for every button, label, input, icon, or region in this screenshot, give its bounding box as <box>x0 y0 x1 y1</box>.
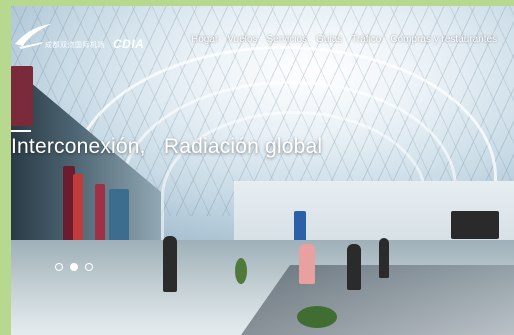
hero-headline: Interconexión, Radiación global <box>11 135 322 159</box>
carousel-dot-3[interactable] <box>85 263 93 271</box>
ad-panel <box>11 66 33 126</box>
nav-item-services[interactable]: Servicios <box>266 34 307 45</box>
potted-plant <box>235 258 247 284</box>
traveler <box>347 244 361 290</box>
nav-item-shopping-dining[interactable]: Compras y restaurantes <box>390 34 497 45</box>
logo-abbreviation: CDIA <box>113 37 145 51</box>
traveler <box>379 238 389 278</box>
moving-walkway <box>241 265 514 335</box>
carousel-indicators <box>55 263 93 271</box>
ad-panel <box>451 211 499 239</box>
nav-item-traffic[interactable]: Tráfico <box>351 34 381 45</box>
site-header: 成都双流国际机场 CDIA Hogar Vuelos Servicios Gui… <box>11 6 514 68</box>
hero-headline-part2: Radiación global <box>163 135 323 158</box>
traveler <box>299 244 315 284</box>
hero-headline-part1: Interconexión, <box>11 135 146 158</box>
hero-banner: 成都双流国际机场 CDIA Hogar Vuelos Servicios Gui… <box>11 6 514 335</box>
nav-item-flights[interactable]: Vuelos <box>227 34 257 45</box>
main-navigation: Hogar Vuelos Servicios Guias Tráfico Com… <box>191 34 497 45</box>
carousel-dot-2[interactable] <box>70 263 78 271</box>
potted-plant <box>297 306 337 328</box>
carousel-dot-1[interactable] <box>55 263 63 271</box>
logo-chinese-text: 成都双流国际机场 <box>45 42 105 49</box>
nav-item-home[interactable]: Hogar <box>191 34 218 45</box>
cdia-logo[interactable]: 成都双流国际机场 CDIA <box>13 20 163 54</box>
headline-accent-line <box>11 130 31 132</box>
nav-item-guides[interactable]: Guias <box>316 34 342 45</box>
traveler <box>163 236 177 292</box>
